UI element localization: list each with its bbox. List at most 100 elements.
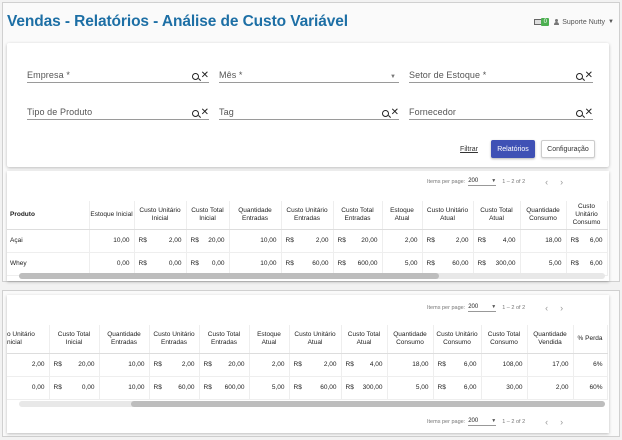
user-name: Suporte Nutty — [562, 18, 606, 26]
col-header: % Perda — [573, 325, 608, 354]
search-icon[interactable] — [191, 110, 199, 117]
cell: R$ 60,00 — [281, 252, 334, 276]
col-header: Custo Total Entradas — [333, 201, 383, 230]
paginator: Items per page: 200 ▼ 1 – 2 of 2 ‹› — [427, 177, 575, 187]
col-header: Estoque Inicial — [89, 201, 135, 230]
search-icon[interactable] — [191, 73, 199, 80]
cell: 5,00 — [520, 252, 567, 276]
cell: R$ 20,00 — [333, 229, 383, 253]
cell: R$ 60,00 — [422, 252, 474, 276]
cell: 10,00 — [89, 229, 135, 253]
chevron-down-icon: ▼ — [608, 19, 614, 25]
scrollbar-thumb[interactable] — [19, 273, 439, 279]
report-table-card: Items per page: 200 ▼ 1 – 2 of 2 ‹› o Uni… — [7, 295, 609, 433]
cell: 10,00 — [99, 353, 150, 377]
mail-icon[interactable]: 0 — [534, 18, 550, 26]
cell: R$ 300,00 — [473, 252, 521, 276]
configuracao-button[interactable]: Configuração — [541, 140, 595, 158]
chevron-down-icon: ▼ — [491, 304, 497, 310]
cell: 18,00 — [387, 353, 434, 377]
setor-estoque-field[interactable]: Setor de Estoque * ✕ — [409, 65, 593, 83]
cell: R$ 60,00 — [289, 376, 342, 400]
report-window-bottom: Items per page: 200 ▼ 1 – 2 of 2 ‹› o Uni… — [2, 290, 620, 437]
page-size-select[interactable]: 200 ▼ — [468, 304, 497, 312]
cell: 0,00 — [89, 252, 135, 276]
cell: R$ 6,00 — [566, 229, 608, 253]
setor-estoque-label: Setor de Estoque * — [409, 70, 487, 80]
cell: R$ 600,00 — [333, 252, 383, 276]
chevron-right-icon[interactable]: › — [560, 303, 575, 313]
col-header: Quantidade Vendida — [527, 325, 574, 354]
paginator-bottom: Items per page: 200 ▼ 1 – 2 of 2 ‹› — [427, 417, 575, 427]
page-size-select[interactable]: 200 ▼ — [468, 418, 497, 426]
col-header: Quantidade Consumo — [520, 201, 567, 230]
user-menu[interactable]: 0 Suporte Nutty ▼ — [534, 18, 614, 26]
search-icon[interactable] — [381, 110, 389, 117]
col-header: Quantidade Entradas — [229, 201, 282, 230]
col-header: Custo Total Inicial — [49, 325, 100, 354]
cell: R$ 20,00 — [199, 353, 250, 377]
close-icon[interactable]: ✕ — [201, 108, 209, 118]
filter-card: Empresa * ✕ Mês * ▼ Setor de Estoque * ✕… — [7, 43, 609, 167]
report-table-card: Items per page: 200 ▼ 1 – 2 of 2 ‹› Produ… — [7, 171, 609, 281]
items-per-page-label: Items per page: — [427, 305, 466, 311]
empresa-label: Empresa * — [27, 70, 70, 80]
col-header: Quantidade Consumo — [387, 325, 434, 354]
relatorios-button[interactable]: Relatórios — [491, 140, 535, 158]
page-range: 1 – 2 of 2 — [502, 179, 526, 185]
chevron-right-icon[interactable]: › — [560, 417, 575, 427]
col-header: Custo Unitário Entradas — [149, 325, 200, 354]
col-header: Custo Unitário Consumo — [566, 201, 608, 230]
close-icon[interactable]: ✕ — [391, 108, 399, 118]
page-range: 1 – 2 of 2 — [502, 305, 526, 311]
scrollbar-thumb[interactable] — [131, 401, 605, 407]
cell: R$ 6,00 — [566, 252, 608, 276]
col-header: Custo Total Consumo — [481, 325, 528, 354]
table-row: Whey 0,00 R$ 0,00 R$ 0,00 10,00 R$ 60,00 R$… — [7, 252, 608, 276]
cell: 2,00 — [527, 376, 574, 400]
horizontal-scrollbar[interactable] — [19, 273, 605, 279]
tipo-produto-field[interactable]: Tipo de Produto ✕ — [27, 102, 209, 120]
table-row: 0,00 R$ 0,00 10,00 R$ 60,00 R$ 600,00 5,00 … — [7, 376, 608, 400]
col-header: Custo Unitário Atual — [422, 201, 474, 230]
chevron-right-icon[interactable]: › — [560, 177, 575, 187]
cell: 10,00 — [99, 376, 150, 400]
cell: R$ 600,00 — [199, 376, 250, 400]
search-icon[interactable] — [575, 73, 583, 80]
filtrar-button[interactable]: Filtrar — [453, 140, 485, 158]
cell: 17,00 — [527, 353, 574, 377]
chevron-left-icon[interactable]: ‹ — [545, 303, 560, 313]
tag-field[interactable]: Tag ✕ — [219, 102, 399, 120]
chevron-down-icon[interactable]: ▼ — [390, 74, 396, 80]
report-table: Produto Estoque Inicial Custo Unitário I… — [7, 201, 608, 276]
cell: R$ 2,00 — [289, 353, 342, 377]
cell-perda: 60% — [573, 376, 608, 400]
items-per-page-label: Items per page: — [427, 179, 466, 185]
cell: R$ 2,00 — [281, 229, 334, 253]
app-header: Vendas - Relatórios - Análise de Custo V… — [3, 3, 619, 41]
col-header: o Unitário nicial — [7, 325, 50, 354]
cell: 2,00 — [7, 353, 50, 377]
mes-field[interactable]: Mês * ▼ — [219, 65, 399, 83]
col-header: Custo Total Entradas — [199, 325, 250, 354]
close-icon[interactable]: ✕ — [585, 71, 593, 81]
page-size-select[interactable]: 200 ▼ — [468, 178, 497, 186]
close-icon[interactable]: ✕ — [585, 108, 593, 118]
search-icon[interactable] — [575, 110, 583, 117]
col-header: Custo Unitário Entradas — [281, 201, 334, 230]
close-icon[interactable]: ✕ — [201, 71, 209, 81]
cell: 18,00 — [520, 229, 567, 253]
empresa-field[interactable]: Empresa * ✕ — [27, 65, 209, 83]
cell: R$ 20,00 — [186, 229, 230, 253]
table-row: 2,00 R$ 20,00 10,00 R$ 2,00 R$ 20,00 2,00 R… — [7, 353, 608, 377]
chevron-down-icon: ▼ — [491, 418, 497, 424]
fornecedor-field[interactable]: Fornecedor ✕ — [409, 102, 593, 120]
horizontal-scrollbar[interactable] — [19, 401, 605, 407]
cell-produto: Whey — [7, 252, 90, 276]
cell: R$ 2,00 — [134, 229, 187, 253]
col-header: Custo Unitário Inicial — [134, 201, 187, 230]
cell: R$ 6,00 — [433, 353, 482, 377]
chevron-left-icon[interactable]: ‹ — [545, 417, 560, 427]
cell: R$ 0,00 — [134, 252, 187, 276]
chevron-left-icon[interactable]: ‹ — [545, 177, 560, 187]
